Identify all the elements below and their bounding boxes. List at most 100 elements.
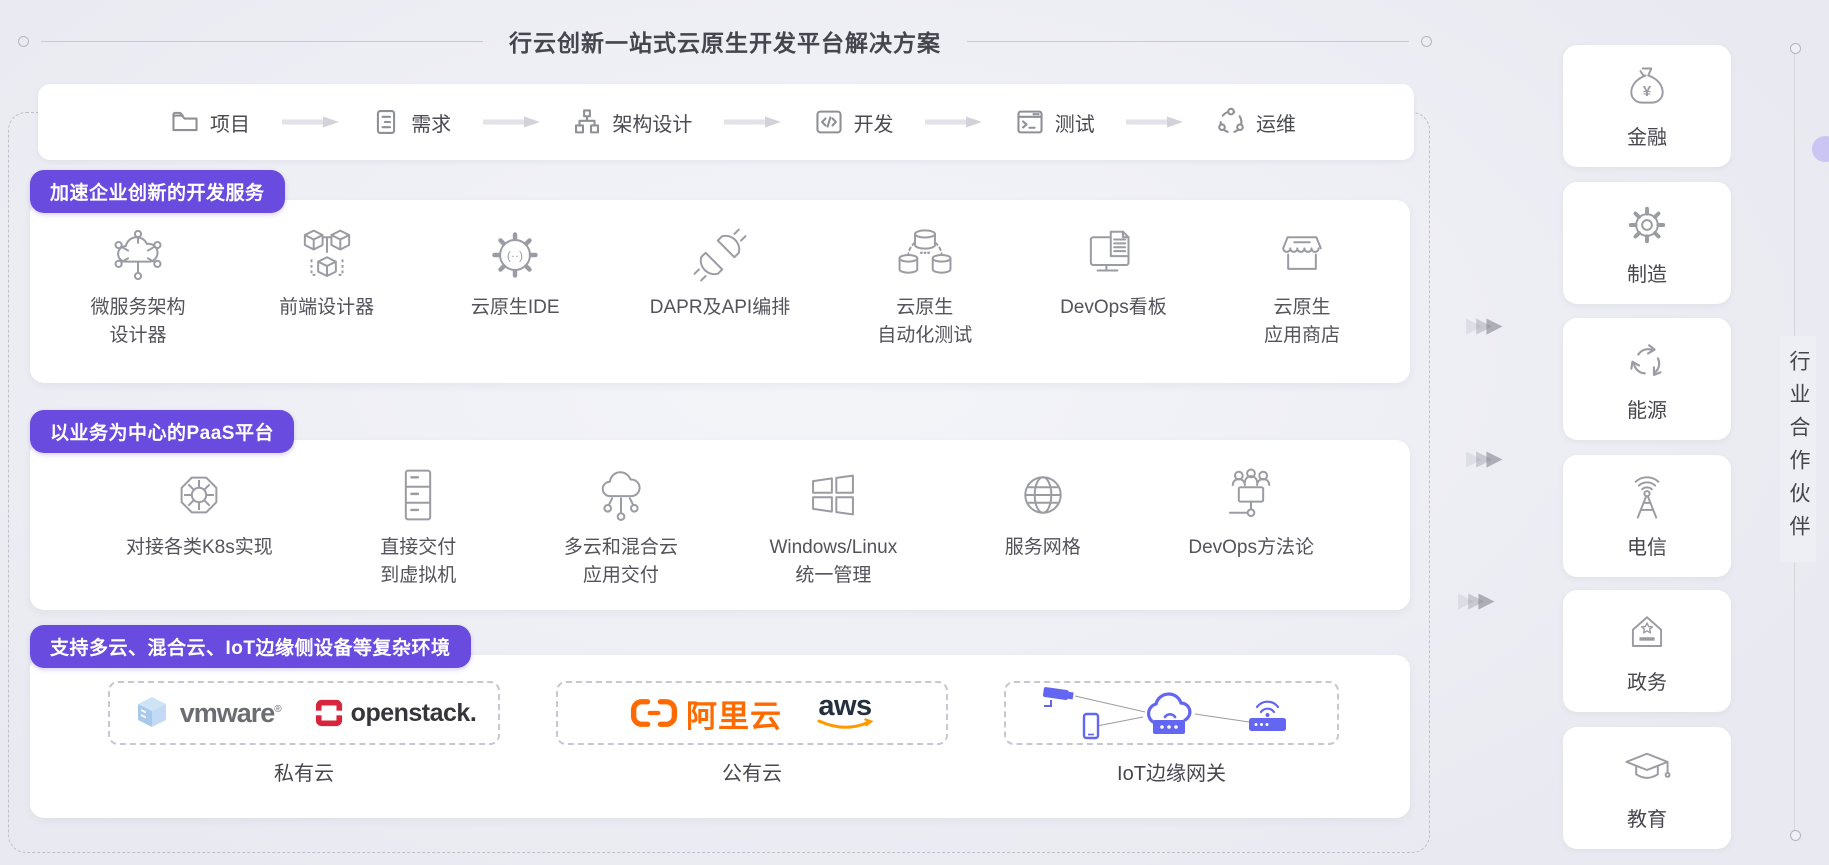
folder-icon xyxy=(170,107,200,137)
app-store-icon xyxy=(1271,224,1333,286)
title-line-right xyxy=(967,41,1409,42)
cloud-gateway-icon xyxy=(1148,694,1189,734)
partner-card-manufacturing: 制造 xyxy=(1563,182,1731,304)
decorative-blob xyxy=(1812,136,1829,162)
partner-label: 制造 xyxy=(1627,258,1667,287)
env-group-iot-gateway: IoT边缘网关 xyxy=(1004,681,1339,786)
windows-linux-icon xyxy=(802,464,864,526)
workflow-step-testing: 测试 xyxy=(1015,107,1095,137)
list-item: 云原生 自动化测试 xyxy=(871,224,979,349)
iot-edge-gateway-graphic xyxy=(1027,684,1317,742)
env-group-label: 私有云 xyxy=(274,757,334,786)
panel-badge: 以业务为中心的PaaS平台 xyxy=(30,410,294,453)
workflow-step-requirements: 需求 xyxy=(371,107,451,137)
env-group-label: IoT边缘网关 xyxy=(1117,757,1226,786)
item-label: 前端设计器 xyxy=(279,294,374,322)
workflow-bar: 项目 需求 架构设计 开发 xyxy=(38,84,1414,160)
list-item: 对接各类K8s实现 xyxy=(126,464,273,562)
smartphone-icon xyxy=(1084,714,1098,738)
svg-text:¥: ¥ xyxy=(1643,83,1652,100)
microservice-architecture-icon xyxy=(107,224,169,286)
env-group-public-cloud: 阿里云 aws 公有云 xyxy=(556,681,948,786)
fast-forward-icon: ▶▶▶ xyxy=(1466,446,1496,470)
openstack-wordmark: openstack. xyxy=(351,699,477,728)
partner-label: 政务 xyxy=(1627,666,1667,695)
item-label: 多云和混合云 应用交付 xyxy=(564,534,678,589)
aws-logo: aws xyxy=(816,695,874,731)
telecom-icon xyxy=(1621,472,1673,524)
workflow-step-label: 测试 xyxy=(1055,108,1095,137)
arrow-right-icon xyxy=(722,115,784,129)
partner-label: 能源 xyxy=(1627,394,1667,423)
partner-card-telecom: 电信 xyxy=(1563,455,1731,577)
architecture-icon xyxy=(572,107,602,137)
arrow-right-icon xyxy=(481,115,543,129)
kubernetes-icon xyxy=(168,464,230,526)
workflow-step-development: 开发 xyxy=(814,107,894,137)
env-group-label: 公有云 xyxy=(722,757,782,786)
item-label: 云原生 应用商店 xyxy=(1264,294,1340,349)
axis-dot-bottom xyxy=(1790,830,1801,841)
vmware-wordmark: vmware® xyxy=(180,698,281,729)
list-item: DevOps看板 xyxy=(1059,224,1167,322)
alicloud-wordmark: 阿里云 xyxy=(686,691,782,736)
alicloud-logo: 阿里云 xyxy=(630,691,782,736)
axis-dot-top xyxy=(1790,43,1801,54)
public-cloud-box: 阿里云 aws xyxy=(556,681,948,745)
server-cube-icon xyxy=(132,693,172,733)
panel-paas: 以业务为中心的PaaS平台 对接各类K8s实现 直接交付 到虚拟机 xyxy=(30,440,1410,610)
terminal-icon xyxy=(1015,107,1045,137)
openstack-logo: openstack. xyxy=(315,699,477,728)
aws-wordmark: aws xyxy=(818,695,871,718)
requirements-doc-icon xyxy=(371,107,401,137)
item-label: 直接交付 到虚拟机 xyxy=(380,534,456,589)
partner-label: 教育 xyxy=(1627,803,1667,832)
virtual-machine-icon xyxy=(387,464,449,526)
partners-title: 行业合作伙伴 xyxy=(1780,336,1816,562)
panel-dev-services: 加速企业创新的开发服务 微服务架构 设计器 前 xyxy=(30,200,1410,383)
devops-board-icon xyxy=(1082,224,1144,286)
solution-diagram: 行云创新一站式云原生开发平台解决方案 项目 需求 xyxy=(0,0,1829,865)
item-label: DevOps看板 xyxy=(1060,294,1167,322)
workflow-step-operations: 运维 xyxy=(1216,107,1296,137)
partner-label: 金融 xyxy=(1627,121,1667,150)
item-label: 云原生IDE xyxy=(471,294,560,322)
fast-forward-icon: ▶▶▶ xyxy=(1458,588,1488,612)
environments-row: vmware® openstack. 私有云 xyxy=(30,655,1410,786)
aws-smile-icon xyxy=(816,718,874,731)
government-icon xyxy=(1621,607,1673,659)
dev-services-items: 微服务架构 设计器 前端设计器 (··) xyxy=(30,200,1410,349)
private-cloud-box: vmware® openstack. xyxy=(108,681,500,745)
fast-forward-icon: ▶▶▶ xyxy=(1466,313,1496,337)
workflow-step-label: 开发 xyxy=(854,108,894,137)
openstack-icon xyxy=(315,699,343,727)
partner-card-finance: ¥ 金融 xyxy=(1563,45,1731,167)
router-icon xyxy=(1249,702,1286,731)
list-item: 多云和混合云 应用交付 xyxy=(564,464,678,589)
env-group-private-cloud: vmware® openstack. 私有云 xyxy=(108,681,500,786)
item-label: 对接各类K8s实现 xyxy=(126,534,273,562)
panel-badge: 加速企业创新的开发服务 xyxy=(30,170,285,213)
partner-card-energy: 能源 xyxy=(1563,318,1731,440)
list-item: DAPR及API编排 xyxy=(650,224,790,322)
workflow-step-label: 运维 xyxy=(1256,108,1296,137)
paas-items: 对接各类K8s实现 直接交付 到虚拟机 多云和混合云 应用交付 xyxy=(30,440,1410,589)
title-line-dot-left xyxy=(18,36,29,47)
code-window-icon xyxy=(814,107,844,137)
list-item: 直接交付 到虚拟机 xyxy=(364,464,472,589)
item-label: Windows/Linux 统一管理 xyxy=(769,534,897,589)
list-item: Windows/Linux 统一管理 xyxy=(769,464,897,589)
ops-cycle-icon xyxy=(1216,107,1246,137)
devops-methodology-icon xyxy=(1220,464,1282,526)
finance-icon: ¥ xyxy=(1621,62,1673,114)
item-label: DAPR及API编排 xyxy=(650,294,790,322)
arrow-right-icon xyxy=(923,115,985,129)
workflow-step-project: 项目 xyxy=(170,107,250,137)
workflow-step-label: 架构设计 xyxy=(612,108,692,137)
item-label: 云原生 自动化测试 xyxy=(877,294,972,349)
multicloud-delivery-icon xyxy=(590,464,652,526)
title-line-left xyxy=(41,41,483,42)
workflow-step-label: 需求 xyxy=(411,108,451,137)
cloud-ide-icon: (··) xyxy=(484,224,546,286)
item-label: DevOps方法论 xyxy=(1188,534,1314,562)
